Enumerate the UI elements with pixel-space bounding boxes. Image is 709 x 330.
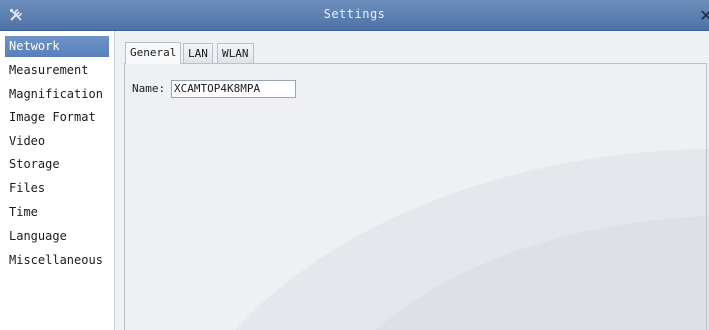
general-panel — [124, 63, 707, 330]
tab-lan[interactable]: LAN — [183, 43, 213, 63]
close-icon[interactable]: ✕ — [699, 6, 709, 25]
settings-sidebar: Network Measurement Magnification Image … — [0, 31, 115, 330]
tab-general[interactable]: General — [125, 42, 182, 64]
sidebar-item-network[interactable]: Network — [5, 36, 109, 57]
name-label: Name: — [132, 82, 166, 95]
sidebar-item-measurement[interactable]: Measurement — [5, 60, 109, 81]
sidebar-item-storage[interactable]: Storage — [5, 154, 109, 175]
sidebar-item-video[interactable]: Video — [5, 131, 109, 152]
tab-wlan[interactable]: WLAN — [217, 43, 254, 63]
title-bar: Settings ✕ — [0, 0, 709, 31]
sidebar-item-language[interactable]: Language — [5, 226, 109, 247]
sidebar-item-time[interactable]: Time — [5, 202, 109, 223]
sidebar-item-image-format[interactable]: Image Format — [5, 107, 109, 128]
window-title: Settings — [323, 7, 386, 21]
settings-content: General LAN WLAN Name: XCAMTOP4K8MPA — [115, 31, 709, 330]
sidebar-item-magnification[interactable]: Magnification — [5, 84, 109, 105]
sidebar-item-miscellaneous[interactable]: Miscellaneous — [5, 250, 109, 271]
sidebar-item-files[interactable]: Files — [5, 178, 109, 199]
name-field[interactable]: XCAMTOP4K8MPA — [171, 80, 296, 98]
